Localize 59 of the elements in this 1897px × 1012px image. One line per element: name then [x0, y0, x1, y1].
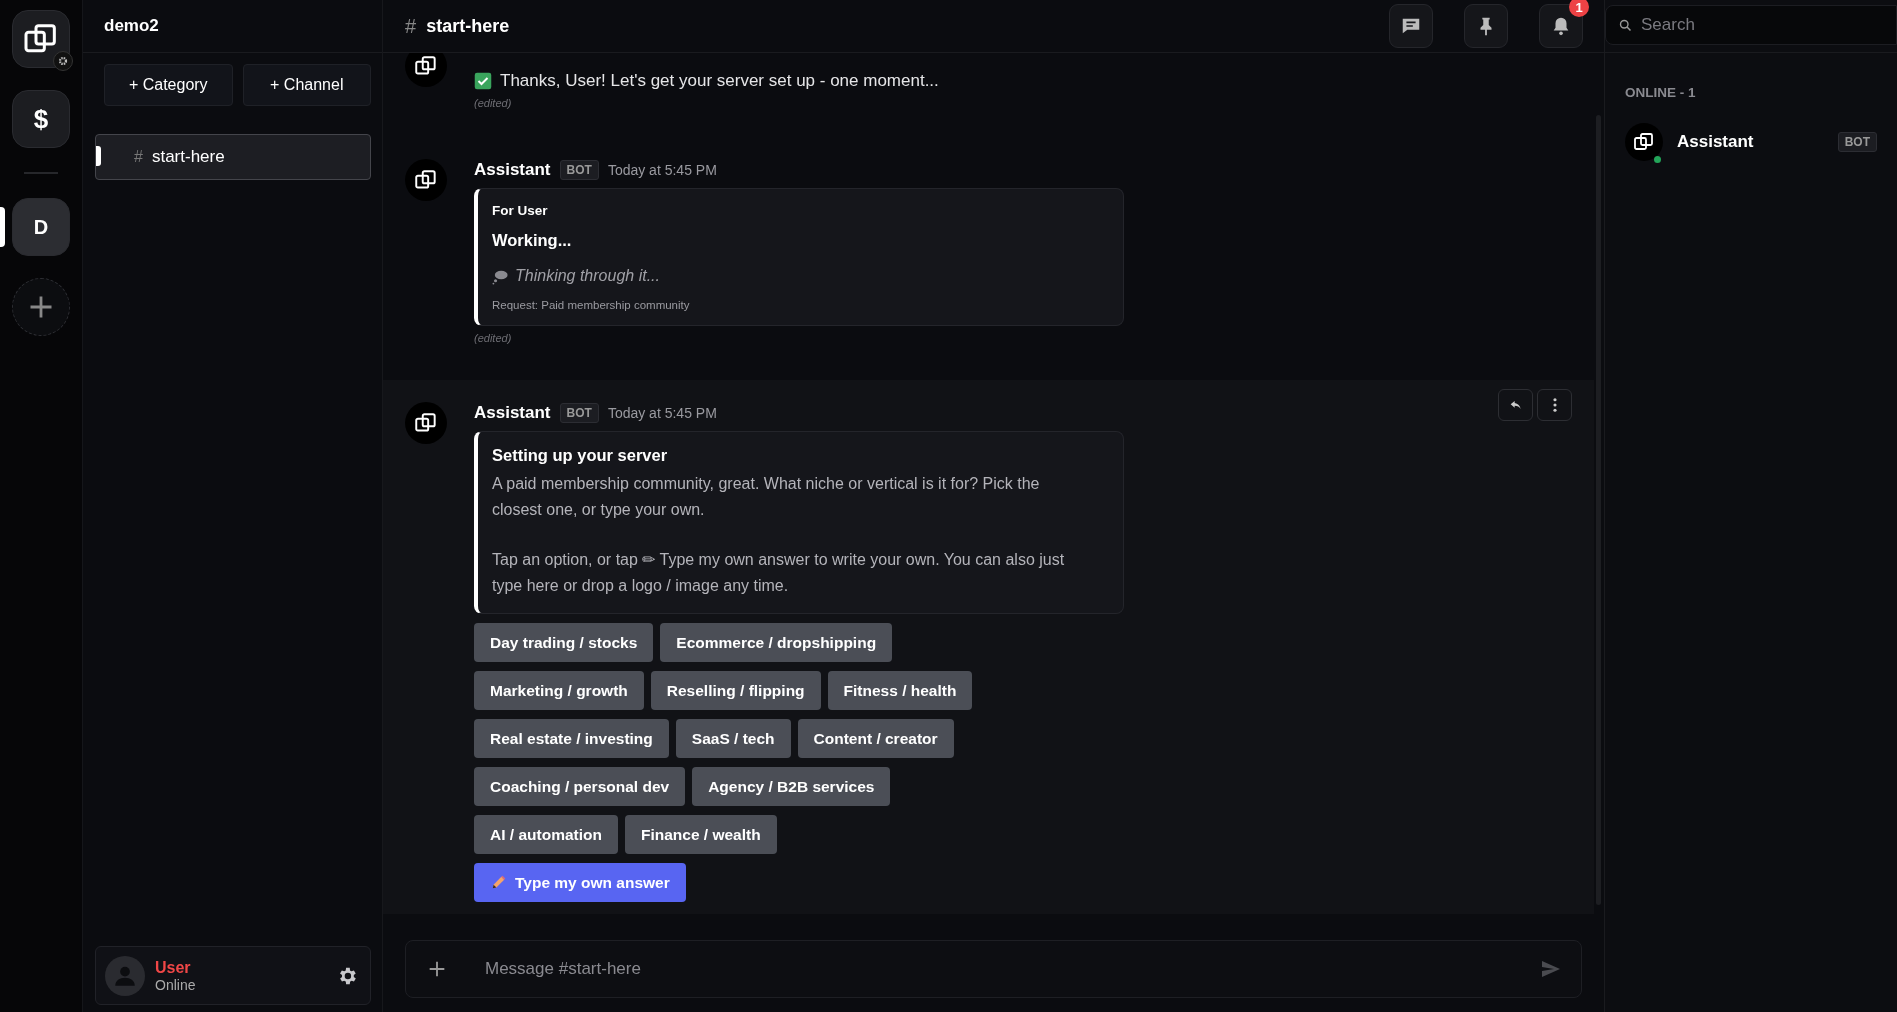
author-name: Assistant	[474, 160, 551, 180]
embed-author: For User	[492, 203, 549, 218]
bot-badge: BOT	[559, 160, 599, 180]
add-button[interactable]: + Channel	[242, 64, 371, 106]
message-field[interactable]: Message #start-here	[405, 940, 1582, 998]
embed-title: Setting up your server	[492, 446, 669, 465]
add-button[interactable]: + Category	[104, 64, 233, 106]
bot-badge: BOT	[559, 403, 599, 423]
icon-button[interactable]	[1539, 4, 1583, 48]
option-button[interactable]: Agency / B2B services	[692, 767, 891, 806]
edited-label: (edited)	[474, 332, 512, 344]
answer-button[interactable]: Type my own answer	[474, 863, 686, 902]
message-text: Thanks, User! Let's get your server set up - one moment...	[500, 71, 939, 91]
server-button[interactable]: $	[12, 90, 70, 148]
selection-indicator	[0, 207, 5, 247]
option-button[interactable]: Marketing / growth	[474, 671, 644, 710]
reply-button[interactable]	[1498, 389, 1533, 421]
checkmark-icon	[474, 72, 492, 90]
option-button[interactable]: Fitness / health	[827, 671, 973, 710]
icon-button[interactable]	[1464, 4, 1508, 48]
option-button[interactable]: Ecommerce / dropshipping	[660, 623, 893, 662]
settings-icon	[53, 51, 73, 71]
message-input[interactable]: Message #start-here	[483, 958, 1504, 980]
option-button[interactable]: Reselling / flipping	[650, 671, 821, 710]
channel-item[interactable]: # start-here	[95, 134, 371, 180]
author-name: Assistant	[474, 403, 551, 423]
timestamp: Today at 5:45 PM	[607, 405, 717, 421]
embed-text: A paid membership community, great. What niche or vertical is it for? Pick the closest one, or type your own.	[492, 474, 1041, 520]
notification-badge: 1	[1569, 0, 1589, 17]
search-field[interactable]: Search	[1605, 5, 1897, 45]
server-name: demo2	[104, 16, 159, 36]
option-button[interactable]: SaaS / tech	[675, 719, 791, 758]
channel-title: start-here	[426, 15, 510, 37]
server-button[interactable]	[12, 10, 70, 68]
user-status: Online	[155, 976, 197, 993]
embed-title: Working...	[492, 231, 573, 250]
option-button[interactable]: Real estate / investing	[474, 719, 669, 758]
more-icon	[1552, 398, 1557, 412]
server-button[interactable]: D	[12, 198, 70, 256]
user-name: User	[155, 958, 192, 977]
member-item[interactable]: Assistant BOT	[1625, 123, 1877, 161]
option-button[interactable]: Finance / wealth	[624, 815, 777, 854]
timestamp: Today at 5:45 PM	[607, 162, 717, 178]
embed-text: Tap an option, or tap ✏ Type my own answer to write your own. You can also just type here or drop a logo / image any time.	[492, 550, 1066, 596]
option-button[interactable]: Coaching / personal dev	[474, 767, 686, 806]
embed-footer: Request: Paid membership community	[492, 299, 1089, 311]
section-heading: ONLINE - 1	[1625, 85, 1697, 100]
option-button[interactable]: AI / automation	[474, 815, 618, 854]
status-text: Thinking through it...	[515, 267, 660, 285]
icon-button[interactable]	[1389, 4, 1433, 48]
more-button[interactable]	[1537, 389, 1572, 421]
edited-label: (edited)	[474, 97, 512, 109]
option-button[interactable]: Day trading / stocks	[474, 623, 654, 662]
pencil-icon	[490, 874, 507, 891]
search-input[interactable]: Search	[1639, 14, 1896, 36]
bot-badge: BOT	[1837, 132, 1877, 152]
hash-icon: #	[405, 14, 417, 38]
search-icon	[1618, 17, 1633, 33]
option-button[interactable]: Content / creator	[797, 719, 954, 758]
